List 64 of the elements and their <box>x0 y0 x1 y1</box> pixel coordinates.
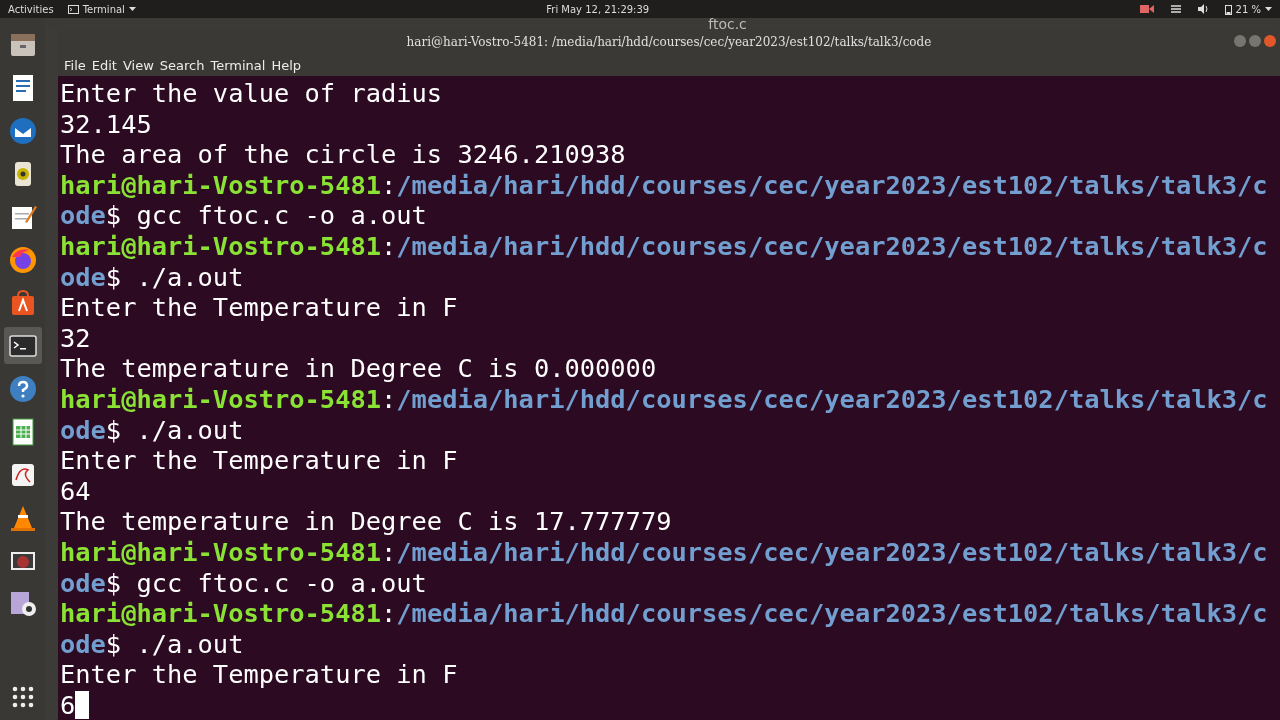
terminal-text: /media/hari/hdd/courses/cec/year2023/est102/talks/talk3/c <box>396 598 1268 629</box>
terminal-area[interactable] <box>58 76 1280 720</box>
terminal-text: Enter the Temperature in F <box>60 659 458 690</box>
terminal-text: 32 <box>60 322 91 354</box>
mail-icon <box>7 115 38 146</box>
menu-item[interactable]: Terminal <box>208 57 268 73</box>
caret-icon <box>1265 6 1272 12</box>
terminal-text: $ gcc ftoc.c -o a.out <box>105 567 427 599</box>
terminal-text: Enter the value of radius <box>60 78 443 109</box>
terminal-text: The temperature in Degree C is 0.000000 <box>60 353 657 384</box>
terminal-text: ode <box>60 628 106 660</box>
terminal-text: The temperature in Degree C is 17.777779 <box>60 506 672 537</box>
clock[interactable]: Fri May 12, 21:29:39 <box>149 3 1126 15</box>
terminal-text: $ gcc ftoc.c -o a.out <box>105 200 427 231</box>
terminal-text: ode <box>60 261 106 293</box>
menu-item[interactable]: File <box>62 57 88 73</box>
minimize-button[interactable] <box>1234 35 1246 47</box>
terminal-text: hari@hari-Vostro-5481 <box>60 598 381 629</box>
terminal-text: hari@hari-Vostro-5481 <box>60 169 381 201</box>
terminal-text: /media/hari/hdd/courses/cec/year2023/est102/talks/talk3/c <box>396 169 1268 201</box>
terminal-text: $ ./a.out <box>105 628 244 660</box>
menu-item[interactable]: View <box>120 57 156 73</box>
terminal-text: hari@hari-Vostro-5481 <box>60 230 381 262</box>
terminal-text: : <box>381 230 397 262</box>
terminal-text: Enter the Temperature in F <box>60 445 458 476</box>
caret-icon <box>128 6 136 12</box>
app-menu[interactable]: Terminal <box>67 3 136 15</box>
terminal-text: 32.145 <box>60 108 152 140</box>
network-icon[interactable] <box>1169 3 1182 15</box>
window-title: hari@hari-Vostro-5481: /media/hari/hdd/courses/cec/year2023/est102/talks/talk3/code <box>406 35 932 49</box>
terminal-text: hari@hari-Vostro-5481 <box>60 536 381 568</box>
terminal-text: /media/hari/hdd/courses/cec/year2023/est102/talks/talk3/c <box>396 383 1268 415</box>
app-grid-icon[interactable] <box>11 686 34 708</box>
close-button[interactable] <box>1264 35 1276 47</box>
terminal-text: Enter the Temperature in F <box>60 292 458 323</box>
terminal-text: /media/hari/hdd/courses/cec/year2023/est102/talks/talk3/c <box>396 536 1268 568</box>
terminal-text: $ ./a.out <box>105 414 244 446</box>
menu-item[interactable]: Edit <box>89 57 119 73</box>
dock-item[interactable] <box>3 327 42 364</box>
activities-button[interactable]: Activities <box>8 3 54 15</box>
volume-icon[interactable] <box>1197 4 1209 14</box>
terminal-text: : <box>381 169 397 201</box>
camera-icon[interactable] <box>1139 4 1154 14</box>
terminal-text: : <box>381 383 397 415</box>
battery-icon <box>1224 3 1232 15</box>
browser-icon <box>7 244 38 275</box>
terminal-text: 64 <box>60 475 91 507</box>
terminal-icon <box>67 4 79 14</box>
background-window-title: ftoc.c <box>708 18 747 30</box>
terminal-text: /media/hari/hdd/courses/cec/year2023/est102/talks/talk3/c <box>396 230 1268 262</box>
menu-item[interactable]: Help <box>269 57 304 73</box>
menu-item[interactable]: Search <box>157 57 207 73</box>
terminal-text: ode <box>60 200 106 231</box>
terminal-text: 6 <box>60 689 76 720</box>
terminal-text: hari@hari-Vostro-5481 <box>60 383 381 415</box>
terminal-text: ode <box>60 414 106 446</box>
terminal-text: ode <box>60 567 106 599</box>
help-icon <box>7 373 38 404</box>
terminal-text: : <box>381 536 397 568</box>
maximize-button[interactable] <box>1249 35 1261 47</box>
terminal-text: The area of the circle is 3246.210938 <box>60 139 626 170</box>
terminal-text: : <box>381 598 397 629</box>
terminal-text: $ ./a.out <box>105 261 244 293</box>
battery-indicator[interactable]: 21 % <box>1224 3 1272 15</box>
